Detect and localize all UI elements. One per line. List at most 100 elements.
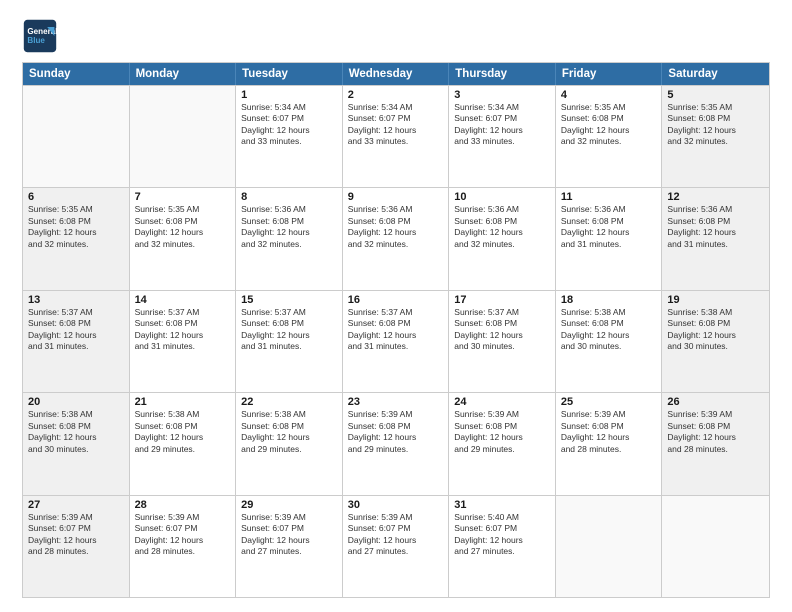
calendar-cell: 18Sunrise: 5:38 AM Sunset: 6:08 PM Dayli…	[556, 291, 663, 392]
calendar-cell: 25Sunrise: 5:39 AM Sunset: 6:08 PM Dayli…	[556, 393, 663, 494]
calendar-cell: 3Sunrise: 5:34 AM Sunset: 6:07 PM Daylig…	[449, 86, 556, 187]
calendar-cell: 8Sunrise: 5:36 AM Sunset: 6:08 PM Daylig…	[236, 188, 343, 289]
calendar-cell	[23, 86, 130, 187]
day-info: Sunrise: 5:37 AM Sunset: 6:08 PM Dayligh…	[135, 307, 231, 353]
day-info: Sunrise: 5:36 AM Sunset: 6:08 PM Dayligh…	[241, 204, 337, 250]
day-number: 11	[561, 191, 657, 203]
day-number: 4	[561, 89, 657, 101]
day-info: Sunrise: 5:39 AM Sunset: 6:07 PM Dayligh…	[135, 512, 231, 558]
calendar-week: 20Sunrise: 5:38 AM Sunset: 6:08 PM Dayli…	[23, 392, 769, 494]
day-number: 17	[454, 294, 550, 306]
calendar-cell: 9Sunrise: 5:36 AM Sunset: 6:08 PM Daylig…	[343, 188, 450, 289]
calendar-cell: 7Sunrise: 5:35 AM Sunset: 6:08 PM Daylig…	[130, 188, 237, 289]
day-info: Sunrise: 5:39 AM Sunset: 6:07 PM Dayligh…	[241, 512, 337, 558]
day-number: 14	[135, 294, 231, 306]
calendar-cell: 31Sunrise: 5:40 AM Sunset: 6:07 PM Dayli…	[449, 496, 556, 597]
day-number: 28	[135, 499, 231, 511]
calendar-cell: 19Sunrise: 5:38 AM Sunset: 6:08 PM Dayli…	[662, 291, 769, 392]
calendar-cell: 23Sunrise: 5:39 AM Sunset: 6:08 PM Dayli…	[343, 393, 450, 494]
day-info: Sunrise: 5:34 AM Sunset: 6:07 PM Dayligh…	[454, 102, 550, 148]
calendar-cell: 22Sunrise: 5:38 AM Sunset: 6:08 PM Dayli…	[236, 393, 343, 494]
day-info: Sunrise: 5:36 AM Sunset: 6:08 PM Dayligh…	[561, 204, 657, 250]
day-info: Sunrise: 5:34 AM Sunset: 6:07 PM Dayligh…	[348, 102, 444, 148]
logo: General Blue	[22, 18, 60, 54]
calendar: SundayMondayTuesdayWednesdayThursdayFrid…	[22, 62, 770, 598]
calendar-cell: 14Sunrise: 5:37 AM Sunset: 6:08 PM Dayli…	[130, 291, 237, 392]
calendar-week: 1 Sunrise: 5:34 AM Sunset: 6:07 PM Daylig…	[23, 85, 769, 187]
day-number: 1	[241, 89, 337, 101]
calendar-header-day: Friday	[556, 63, 663, 85]
calendar-cell: 28Sunrise: 5:39 AM Sunset: 6:07 PM Dayli…	[130, 496, 237, 597]
calendar-cell: 4Sunrise: 5:35 AM Sunset: 6:08 PM Daylig…	[556, 86, 663, 187]
day-number: 12	[667, 191, 764, 203]
day-number: 7	[135, 191, 231, 203]
day-number: 13	[28, 294, 124, 306]
day-info: Sunrise: 5:39 AM Sunset: 6:08 PM Dayligh…	[348, 409, 444, 455]
calendar-cell: 16Sunrise: 5:37 AM Sunset: 6:08 PM Dayli…	[343, 291, 450, 392]
day-info: Sunrise: 5:39 AM Sunset: 6:07 PM Dayligh…	[348, 512, 444, 558]
day-info: Sunrise: 5:38 AM Sunset: 6:08 PM Dayligh…	[241, 409, 337, 455]
day-info: Sunrise: 5:37 AM Sunset: 6:08 PM Dayligh…	[241, 307, 337, 353]
calendar-header-day: Tuesday	[236, 63, 343, 85]
calendar-cell: 30Sunrise: 5:39 AM Sunset: 6:07 PM Dayli…	[343, 496, 450, 597]
day-number: 10	[454, 191, 550, 203]
day-info: Sunrise: 5:40 AM Sunset: 6:07 PM Dayligh…	[454, 512, 550, 558]
calendar-cell: 15Sunrise: 5:37 AM Sunset: 6:08 PM Dayli…	[236, 291, 343, 392]
day-info: Sunrise: 5:36 AM Sunset: 6:08 PM Dayligh…	[348, 204, 444, 250]
day-number: 30	[348, 499, 444, 511]
day-info: Sunrise: 5:39 AM Sunset: 6:08 PM Dayligh…	[561, 409, 657, 455]
day-number: 18	[561, 294, 657, 306]
calendar-week: 13Sunrise: 5:37 AM Sunset: 6:08 PM Dayli…	[23, 290, 769, 392]
day-number: 23	[348, 396, 444, 408]
header: General Blue	[22, 18, 770, 54]
page: General Blue SundayMondayTuesdayWednesda…	[0, 0, 792, 612]
day-number: 29	[241, 499, 337, 511]
day-info: Sunrise: 5:37 AM Sunset: 6:08 PM Dayligh…	[348, 307, 444, 353]
calendar-header-row: SundayMondayTuesdayWednesdayThursdayFrid…	[23, 63, 769, 85]
calendar-cell: 12Sunrise: 5:36 AM Sunset: 6:08 PM Dayli…	[662, 188, 769, 289]
day-info: Sunrise: 5:37 AM Sunset: 6:08 PM Dayligh…	[28, 307, 124, 353]
calendar-cell: 11Sunrise: 5:36 AM Sunset: 6:08 PM Dayli…	[556, 188, 663, 289]
day-number: 26	[667, 396, 764, 408]
calendar-cell	[130, 86, 237, 187]
calendar-cell: 6Sunrise: 5:35 AM Sunset: 6:08 PM Daylig…	[23, 188, 130, 289]
day-info: Sunrise: 5:38 AM Sunset: 6:08 PM Dayligh…	[561, 307, 657, 353]
calendar-header-day: Thursday	[449, 63, 556, 85]
calendar-cell: 5Sunrise: 5:35 AM Sunset: 6:08 PM Daylig…	[662, 86, 769, 187]
day-info: Sunrise: 5:39 AM Sunset: 6:08 PM Dayligh…	[667, 409, 764, 455]
day-info: Sunrise: 5:39 AM Sunset: 6:08 PM Dayligh…	[454, 409, 550, 455]
svg-text:Blue: Blue	[27, 36, 45, 45]
calendar-cell: 13Sunrise: 5:37 AM Sunset: 6:08 PM Dayli…	[23, 291, 130, 392]
calendar-header-day: Monday	[130, 63, 237, 85]
day-number: 15	[241, 294, 337, 306]
calendar-cell: 21Sunrise: 5:38 AM Sunset: 6:08 PM Dayli…	[130, 393, 237, 494]
day-number: 2	[348, 89, 444, 101]
day-info: Sunrise: 5:35 AM Sunset: 6:08 PM Dayligh…	[135, 204, 231, 250]
day-number: 16	[348, 294, 444, 306]
calendar-week: 27Sunrise: 5:39 AM Sunset: 6:07 PM Dayli…	[23, 495, 769, 597]
day-info: Sunrise: 5:35 AM Sunset: 6:08 PM Dayligh…	[561, 102, 657, 148]
calendar-header-day: Saturday	[662, 63, 769, 85]
calendar-cell: 26Sunrise: 5:39 AM Sunset: 6:08 PM Dayli…	[662, 393, 769, 494]
day-info: Sunrise: 5:36 AM Sunset: 6:08 PM Dayligh…	[667, 204, 764, 250]
calendar-cell	[662, 496, 769, 597]
day-info: Sunrise: 5:38 AM Sunset: 6:08 PM Dayligh…	[667, 307, 764, 353]
day-number: 3	[454, 89, 550, 101]
day-info: Sunrise: 5:36 AM Sunset: 6:08 PM Dayligh…	[454, 204, 550, 250]
day-info: Sunrise: 5:38 AM Sunset: 6:08 PM Dayligh…	[28, 409, 124, 455]
day-number: 22	[241, 396, 337, 408]
calendar-cell: 2Sunrise: 5:34 AM Sunset: 6:07 PM Daylig…	[343, 86, 450, 187]
day-number: 5	[667, 89, 764, 101]
calendar-cell: 17Sunrise: 5:37 AM Sunset: 6:08 PM Dayli…	[449, 291, 556, 392]
day-info: Sunrise: 5:35 AM Sunset: 6:08 PM Dayligh…	[667, 102, 764, 148]
day-number: 9	[348, 191, 444, 203]
calendar-header-day: Wednesday	[343, 63, 450, 85]
day-number: 25	[561, 396, 657, 408]
day-number: 8	[241, 191, 337, 203]
day-number: 20	[28, 396, 124, 408]
day-number: 24	[454, 396, 550, 408]
calendar-cell: 29Sunrise: 5:39 AM Sunset: 6:07 PM Dayli…	[236, 496, 343, 597]
day-info: Sunrise: 5:38 AM Sunset: 6:08 PM Dayligh…	[135, 409, 231, 455]
calendar-cell: 10Sunrise: 5:36 AM Sunset: 6:08 PM Dayli…	[449, 188, 556, 289]
logo-icon: General Blue	[22, 18, 58, 54]
